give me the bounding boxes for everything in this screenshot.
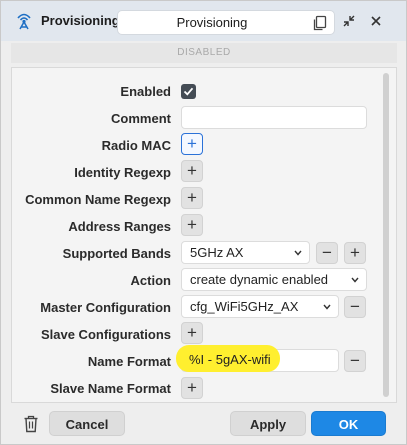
master-configuration-remove-button[interactable]: −	[344, 296, 366, 318]
chevron-down-icon	[351, 277, 359, 283]
common-name-regexp-add-button[interactable]: +	[181, 187, 203, 209]
radio-mac-add-button[interactable]: +	[181, 133, 203, 155]
enabled-label: Enabled	[120, 84, 171, 99]
trash-icon[interactable]	[23, 415, 39, 433]
slave-configurations-label: Slave Configurations	[40, 327, 171, 342]
slave-name-format-label: Slave Name Format	[50, 381, 171, 396]
address-ranges-label: Address Ranges	[68, 219, 171, 234]
supported-bands-add-button[interactable]: +	[344, 242, 366, 264]
identity-regexp-add-button[interactable]: +	[181, 160, 203, 182]
supported-bands-label: Supported Bands	[62, 246, 171, 261]
title-bar: Provisioning Provisioning	[1, 1, 406, 41]
master-configuration-label: Master Configuration	[40, 300, 171, 315]
action-label: Action	[130, 273, 171, 288]
comment-label: Comment	[111, 111, 171, 126]
antenna-icon	[15, 12, 33, 30]
address-ranges-add-button[interactable]: +	[181, 214, 203, 236]
cancel-button[interactable]: Cancel	[49, 411, 125, 436]
comment-input[interactable]	[181, 106, 367, 129]
window-title: Provisioning	[41, 13, 120, 28]
provisioning-window: Provisioning Provisioning DISABLED Enabl…	[0, 0, 407, 445]
master-configuration-value: cfg_WiFi5GHz_AX	[190, 299, 299, 314]
scrollbar[interactable]	[383, 73, 389, 397]
name-format-label: Name Format	[87, 354, 171, 369]
master-configuration-select[interactable]: cfg_WiFi5GHz_AX	[181, 295, 339, 318]
slave-name-format-add-button[interactable]: +	[181, 377, 203, 399]
radio-mac-label: Radio MAC	[101, 138, 171, 153]
name-field-value: Provisioning	[176, 15, 248, 30]
slave-configurations-add-button[interactable]: +	[181, 322, 203, 344]
name-format-value: %I - 5gAX-wifi	[189, 352, 271, 367]
name-field[interactable]: Provisioning	[117, 10, 335, 35]
chevron-down-icon	[323, 304, 331, 310]
enabled-checkbox[interactable]	[181, 84, 196, 99]
common-name-regexp-label: Common Name Regexp	[25, 192, 171, 207]
check-icon	[183, 87, 194, 96]
supported-bands-value: 5GHz AX	[190, 245, 244, 260]
apply-button[interactable]: Apply	[230, 411, 306, 436]
close-icon[interactable]	[368, 13, 384, 29]
supported-bands-select[interactable]: 5GHz AX	[181, 241, 310, 264]
supported-bands-remove-button[interactable]: −	[316, 242, 338, 264]
copy-icon[interactable]	[312, 15, 328, 31]
name-format-remove-button[interactable]: −	[344, 350, 366, 372]
ok-button[interactable]: OK	[311, 411, 386, 436]
status-bar: DISABLED	[11, 43, 397, 63]
identity-regexp-label: Identity Regexp	[74, 165, 171, 180]
chevron-down-icon	[294, 250, 302, 256]
action-value: create dynamic enabled	[190, 272, 329, 287]
collapse-icon[interactable]	[341, 13, 357, 29]
action-select[interactable]: create dynamic enabled	[181, 268, 367, 291]
